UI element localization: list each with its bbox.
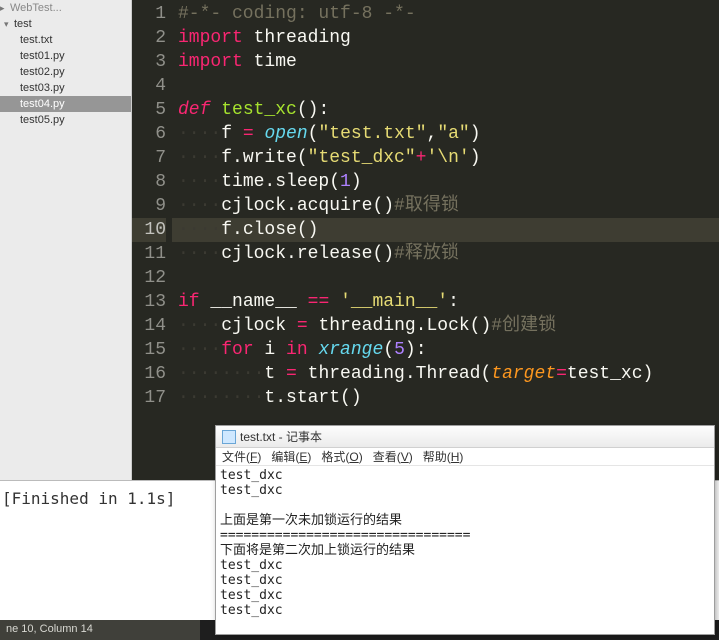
tree-file[interactable]: test02.py xyxy=(0,64,131,80)
status-text: ne 10, Column 14 xyxy=(6,623,93,635)
code-content[interactable]: #-*- coding: utf-8 -*-import threadingim… xyxy=(172,2,719,410)
tree-file-label: test02.py xyxy=(20,66,65,78)
tree-file-label: test01.py xyxy=(20,50,65,62)
tree-file[interactable]: test04.py xyxy=(0,96,131,112)
code-line[interactable]: ····f = open("test.txt","a") xyxy=(172,122,719,146)
code-line[interactable]: ····cjlock = threading.Lock()#创建锁 xyxy=(172,314,719,338)
code-line[interactable]: ····f.close() xyxy=(172,218,719,242)
line-number: 7 xyxy=(132,146,166,170)
line-number: 3 xyxy=(132,50,166,74)
code-line[interactable]: ····f.write("test_dxc"+'\n') xyxy=(172,146,719,170)
line-number: 17 xyxy=(132,386,166,410)
notepad-menu-item[interactable]: 编辑(E) xyxy=(271,448,311,465)
line-number: 6 xyxy=(132,122,166,146)
notepad-titlebar[interactable]: test.txt - 记事本 xyxy=(216,426,714,448)
line-number: 10 xyxy=(132,218,166,242)
tree-file[interactable]: test03.py xyxy=(0,80,131,96)
notepad-menu-item[interactable]: 格式(O) xyxy=(321,448,362,465)
line-number: 4 xyxy=(132,74,166,98)
tree-root-label: WebTest... xyxy=(10,2,62,14)
code-line[interactable]: ········t = threading.Thread(target=test… xyxy=(172,362,719,386)
line-number: 9 xyxy=(132,194,166,218)
code-line[interactable]: import threading xyxy=(172,26,719,50)
code-line[interactable]: ········t.start() xyxy=(172,386,719,410)
tree-file-label: test04.py xyxy=(20,98,65,110)
line-number: 13 xyxy=(132,290,166,314)
line-gutter: 1234567891011121314151617 xyxy=(132,2,172,410)
tree-root[interactable]: ▸WebTest... xyxy=(0,0,131,16)
line-number: 1 xyxy=(132,2,166,26)
notepad-title-text: test.txt - 记事本 xyxy=(240,428,322,445)
tree-file[interactable]: test01.py xyxy=(0,48,131,64)
code-line[interactable] xyxy=(172,74,719,98)
line-number: 12 xyxy=(132,266,166,290)
line-number: 5 xyxy=(132,98,166,122)
line-number: 14 xyxy=(132,314,166,338)
line-number: 8 xyxy=(132,170,166,194)
notepad-icon xyxy=(222,430,236,444)
notepad-menu-item[interactable]: 文件(F) xyxy=(222,448,261,465)
code-line[interactable]: if __name__ == '__main__': xyxy=(172,290,719,314)
line-number: 16 xyxy=(132,362,166,386)
tree-file-label: test03.py xyxy=(20,82,65,94)
code-line[interactable] xyxy=(172,266,719,290)
line-number: 11 xyxy=(132,242,166,266)
file-tree[interactable]: ▸WebTest... ▾test test.txt test01.py test0… xyxy=(0,0,132,480)
notepad-window[interactable]: test.txt - 记事本 文件(F) 编辑(E) 格式(O) 查看(V) 帮助(H)… xyxy=(215,425,715,635)
code-line[interactable]: def test_xc(): xyxy=(172,98,719,122)
code-line[interactable]: import time xyxy=(172,50,719,74)
line-number: 15 xyxy=(132,338,166,362)
code-line[interactable]: #-*- coding: utf-8 -*- xyxy=(172,2,719,26)
tree-folder[interactable]: ▾test xyxy=(0,16,131,32)
notepad-menubar[interactable]: 文件(F) 编辑(E) 格式(O) 查看(V) 帮助(H) xyxy=(216,448,714,466)
code-line[interactable]: ····cjlock.acquire()#取得锁 xyxy=(172,194,719,218)
code-editor[interactable]: 1234567891011121314151617 #-*- coding: u… xyxy=(132,0,719,480)
status-bar: ne 10, Column 14 xyxy=(0,620,200,640)
tree-folder-label: test xyxy=(14,18,32,30)
tree-file-label: test.txt xyxy=(20,34,52,46)
notepad-menu-item[interactable]: 查看(V) xyxy=(373,448,413,465)
line-number: 2 xyxy=(132,26,166,50)
tree-file[interactable]: test05.py xyxy=(0,112,131,128)
notepad-menu-item[interactable]: 帮助(H) xyxy=(423,448,464,465)
tree-file[interactable]: test.txt xyxy=(0,32,131,48)
code-line[interactable]: ····cjlock.release()#释放锁 xyxy=(172,242,719,266)
build-output-text: [Finished in 1.1s] xyxy=(2,489,175,508)
code-line[interactable]: ····for i in xrange(5): xyxy=(172,338,719,362)
notepad-body[interactable]: test_dxc test_dxc 上面是第一次未加锁运行的结果 =======… xyxy=(216,466,714,620)
code-line[interactable]: ····time.sleep(1) xyxy=(172,170,719,194)
tree-file-label: test05.py xyxy=(20,114,65,126)
